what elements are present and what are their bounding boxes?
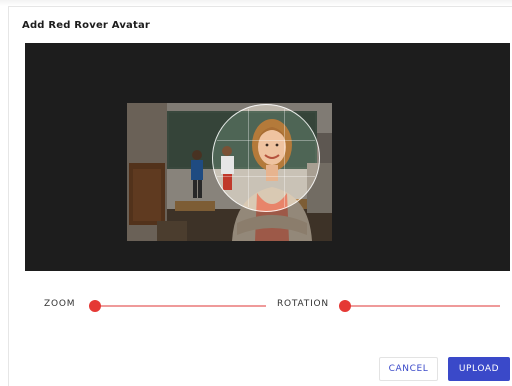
crop-grid-line (248, 109, 249, 207)
zoom-slider-thumb[interactable] (89, 300, 101, 312)
cancel-button[interactable]: CANCEL (379, 357, 438, 381)
crop-area[interactable] (25, 43, 510, 271)
zoom-slider-track[interactable] (95, 305, 266, 307)
rotation-slider-thumb[interactable] (339, 300, 351, 312)
dialog-title: Add Red Rover Avatar (22, 20, 151, 31)
crop-circle[interactable] (212, 104, 320, 212)
crop-grid-line (217, 140, 315, 141)
zoom-label: ZOOM (44, 299, 76, 309)
crop-grid-line (284, 109, 285, 207)
rotation-label: ROTATION (277, 299, 329, 309)
slider-controls: ZOOM ROTATION (0, 296, 512, 316)
rotation-slider-track[interactable] (345, 305, 500, 307)
crop-grid-line (217, 176, 315, 177)
upload-button[interactable]: UPLOAD (448, 357, 510, 381)
